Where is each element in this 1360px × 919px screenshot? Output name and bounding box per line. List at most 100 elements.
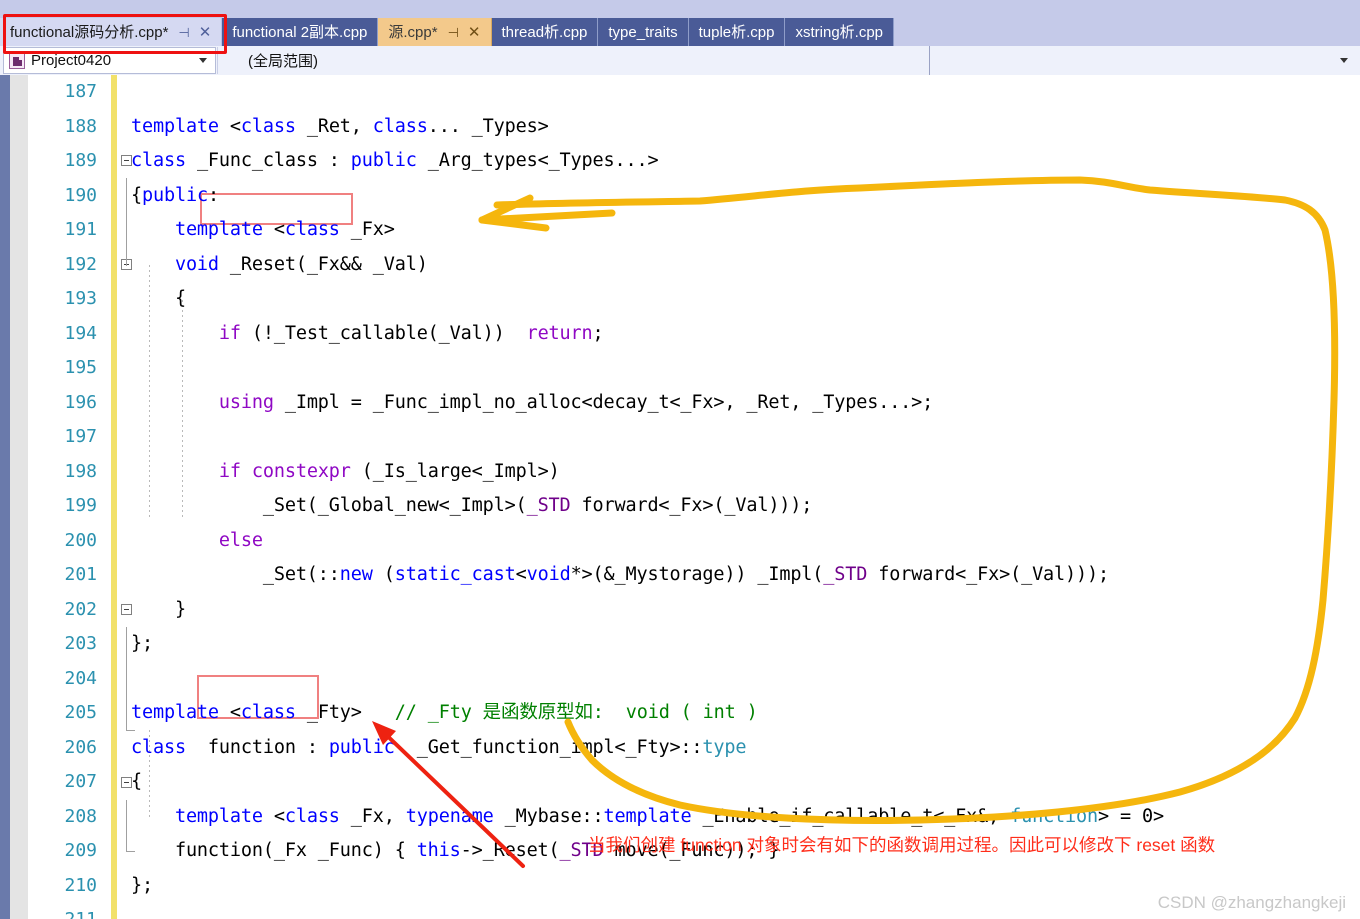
code-token: ;: [592, 322, 604, 344]
line-number-row: 196: [28, 386, 111, 421]
code-token: _Ret,: [295, 115, 373, 137]
code-line[interactable]: if constexpr (_Is_large<_Impl>): [117, 455, 1360, 490]
code-line[interactable]: {public:: [117, 179, 1360, 214]
code-token: _Set(::: [131, 564, 340, 585]
code-token: {: [131, 288, 186, 309]
code-token: ->_Reset(: [460, 840, 560, 861]
line-number-row: 211: [28, 903, 111, 919]
code-line-text: };: [131, 869, 153, 904]
code-line[interactable]: {: [117, 282, 1360, 317]
code-token: _STD: [526, 495, 571, 516]
code-token: function(_Fx _Func) {: [131, 840, 417, 861]
code-token: class: [284, 219, 340, 240]
code-line[interactable]: [117, 351, 1360, 386]
code-line[interactable]: if (!_Test_callable(_Val)) return;: [117, 317, 1360, 352]
tab-0[interactable]: functional源码分析.cpp* ⊣ ✕: [0, 18, 223, 46]
code-line[interactable]: };: [117, 627, 1360, 662]
code-line[interactable]: }: [117, 593, 1360, 628]
tab-2[interactable]: 源.cpp* ⊣ ✕: [378, 18, 492, 46]
tab-label: tuple析.cpp: [698, 23, 775, 41]
code-line[interactable]: _Set(_Global_new<_Impl>(_STD forward<_Fx…: [117, 489, 1360, 524]
code-token: :: [328, 150, 351, 171]
code-token: template: [174, 219, 274, 240]
line-number: 204: [64, 667, 97, 689]
line-number-row: 191: [28, 213, 111, 248]
scope-dropdown[interactable]: Project0420: [3, 47, 216, 74]
code-token: _Arg_types<_Types...>: [416, 150, 659, 171]
line-number-row: 204: [28, 662, 111, 697]
line-number: 206: [64, 736, 97, 758]
line-number-row: 194: [28, 317, 111, 352]
code-line[interactable]: using _Impl = _Func_impl_no_alloc<decay_…: [117, 386, 1360, 421]
code-token: _Enable_if_callable_t<_Fx&,: [691, 805, 1011, 827]
code-token: (_Is_large<_Impl>): [350, 460, 560, 482]
code-token: <: [273, 805, 285, 827]
code-token: (: [372, 564, 395, 585]
line-number-gutter: 187 188 189 190 191 192 193 194 195 196 197 198 199 2…: [28, 75, 111, 919]
tab-6[interactable]: xstring析.cpp: [785, 18, 895, 46]
line-number-row: 200: [28, 524, 111, 559]
tab-3[interactable]: thread析.cpp: [491, 18, 599, 46]
line-number: 199: [64, 495, 97, 516]
tab-5[interactable]: tuple析.cpp: [688, 18, 786, 46]
code-line[interactable]: void _Reset(_Fx&& _Val): [117, 248, 1360, 283]
code-token: <: [229, 115, 241, 137]
code-line[interactable]: class function : public _Get_function_im…: [117, 731, 1360, 766]
close-icon[interactable]: ✕: [199, 25, 212, 40]
code-token: <: [515, 564, 527, 585]
code-line[interactable]: template <class _Fty> // _Fty 是函数原型如: vo…: [117, 696, 1360, 731]
line-number-row: 203: [28, 627, 111, 662]
pin-icon[interactable]: ⊣: [448, 26, 459, 39]
line-number-row: 192: [28, 248, 111, 283]
code-line[interactable]: _Set(::new (static_cast<void*>(&_Mystora…: [117, 558, 1360, 593]
code-line[interactable]: {: [117, 765, 1360, 800]
code-token: _Get_function_impl<_Fty>::: [394, 736, 703, 758]
code-token: ... _Types>: [427, 115, 549, 137]
code-line[interactable]: template <class _Fx>: [117, 213, 1360, 248]
code-line-text: {: [131, 282, 186, 317]
code-line[interactable]: template <class _Fx, typename _Mybase::t…: [117, 800, 1360, 835]
code-token: class: [284, 805, 340, 827]
line-number-row: 197: [28, 420, 111, 455]
code-line[interactable]: template <class _Ret, class... _Types>: [117, 110, 1360, 145]
code-token: class: [131, 150, 186, 171]
editor-tab-strip: functional源码分析.cpp* ⊣ ✕ functional 2副本.cpp 源…: [0, 0, 1360, 46]
code-token: _Fx,: [339, 805, 406, 827]
code-line[interactable]: class _Func_class : public _Arg_types<_T…: [117, 144, 1360, 179]
line-number-row: 206: [28, 731, 111, 766]
line-number-row: 195: [28, 351, 111, 386]
line-number: 195: [64, 357, 97, 378]
tab-4[interactable]: type_traits: [598, 18, 689, 46]
tab-label: thread析.cpp: [501, 23, 588, 41]
code-line[interactable]: else: [117, 524, 1360, 559]
line-number-row: 188: [28, 110, 111, 145]
watermark: CSDN @zhangzhangkeji: [1157, 893, 1346, 912]
line-number: 209: [64, 840, 97, 861]
code-token: template: [131, 702, 230, 723]
code-token: class: [372, 115, 428, 137]
code-line[interactable]: [117, 662, 1360, 697]
code-token: else: [218, 529, 263, 551]
code-line-text: }: [131, 593, 186, 628]
code-line[interactable]: [117, 420, 1360, 455]
pin-icon[interactable]: ⊣: [178, 26, 189, 39]
line-number: 205: [64, 702, 97, 723]
code-editor[interactable]: 187 188 189 190 191 192 193 194 195 196 197 198 199 2…: [0, 75, 1360, 919]
selection-margin: [0, 75, 28, 919]
annotation-note-text: 当我们创建 function 对象时会有如下的函数调用过程。因此可以修改下 re…: [588, 835, 1216, 855]
code-text-area[interactable]: template <class _Ret, class... _Types> cl…: [117, 75, 1360, 919]
code-line[interactable]: [117, 75, 1360, 110]
tab-1[interactable]: functional 2副本.cpp: [222, 18, 379, 46]
line-number: 208: [64, 805, 97, 827]
code-token: return: [526, 322, 593, 344]
code-token: _Fx>: [339, 219, 395, 240]
close-icon[interactable]: ✕: [468, 25, 481, 40]
member-dropdown[interactable]: (全局范围): [217, 47, 1360, 74]
code-token: type: [702, 736, 747, 758]
code-line-text: template <class _Fty> // _Fty 是函数原型如: vo…: [131, 696, 758, 731]
selection-margin-stripe: [0, 75, 10, 919]
code-token: {: [131, 771, 142, 792]
line-number: 198: [64, 460, 97, 482]
code-token: _Func_class: [185, 150, 329, 171]
tab-label: type_traits: [608, 23, 678, 41]
